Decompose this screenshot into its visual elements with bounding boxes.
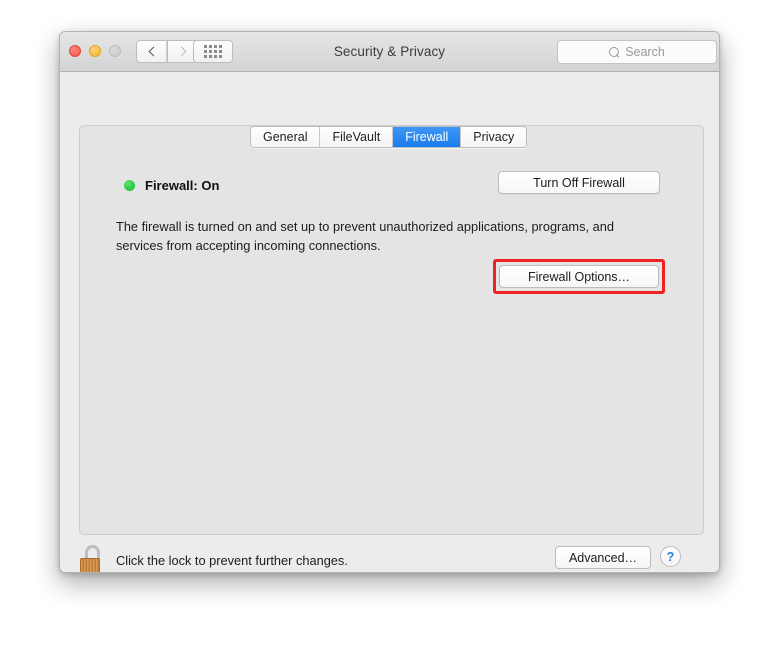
tab-general[interactable]: General <box>251 127 321 147</box>
tab-privacy[interactable]: Privacy <box>461 127 527 147</box>
firewall-status: Firewall: On <box>124 178 219 193</box>
screen: Security & Privacy Search Firewall: On T… <box>0 0 780 655</box>
search-placeholder: Search <box>625 45 665 59</box>
unlocked-padlock-icon[interactable] <box>80 545 104 572</box>
advanced-button[interactable]: Advanced… <box>555 546 651 569</box>
search-icon <box>609 46 620 58</box>
help-button[interactable]: ? <box>660 546 681 567</box>
window-titlebar: Security & Privacy Search <box>60 32 719 72</box>
tab-firewall[interactable]: Firewall <box>393 127 462 147</box>
lock-hint-text: Click the lock to prevent further change… <box>116 552 348 568</box>
window-body: Firewall: On Turn Off Firewall The firew… <box>60 72 719 572</box>
lock-control[interactable]: Click the lock to prevent further change… <box>80 545 348 572</box>
firewall-options-highlight: Firewall Options… <box>493 259 665 294</box>
firewall-options-button[interactable]: Firewall Options… <box>499 265 659 288</box>
tab-bar: General FileVault Firewall Privacy <box>250 126 528 148</box>
system-preferences-window: Security & Privacy Search Firewall: On T… <box>59 31 720 573</box>
content-panel: Firewall: On Turn Off Firewall The firew… <box>79 125 704 535</box>
search-field[interactable]: Search <box>557 40 717 64</box>
firewall-description: The firewall is turned on and set up to … <box>116 219 614 253</box>
status-indicator-icon <box>124 180 135 191</box>
tab-filevault[interactable]: FileVault <box>320 127 394 147</box>
status-badge: Firewall: On <box>145 178 220 193</box>
turn-off-firewall-button[interactable]: Turn Off Firewall <box>498 171 660 194</box>
